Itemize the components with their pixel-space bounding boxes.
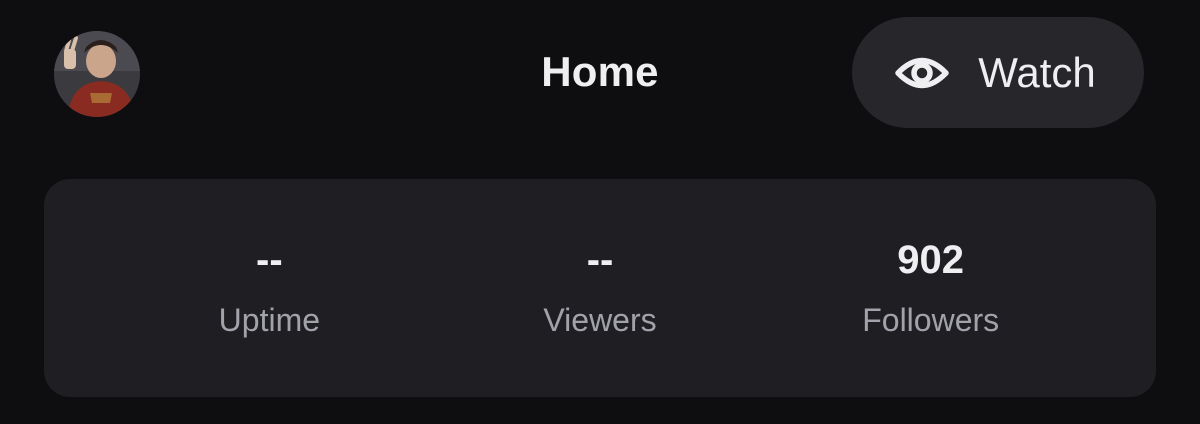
app-screen: Home Watch -- Uptime -- Viewers 902 Foll…	[0, 0, 1200, 424]
header-bar: Home Watch	[0, 0, 1200, 150]
stat-viewers: -- Viewers	[435, 179, 766, 397]
stat-value: 902	[897, 237, 965, 282]
stat-value: --	[586, 237, 614, 282]
avatar-image	[54, 31, 140, 117]
stat-label: Followers	[862, 301, 1000, 338]
watch-button-label: Watch	[978, 48, 1096, 96]
stat-label: Viewers	[543, 301, 657, 338]
watch-button[interactable]: Watch	[852, 17, 1144, 128]
avatar[interactable]	[54, 31, 140, 117]
stat-value: --	[256, 237, 283, 282]
stat-label: Uptime	[218, 301, 321, 338]
stat-followers: 902 Followers	[765, 179, 1096, 397]
stats-card: -- Uptime -- Viewers 902 Followers	[44, 179, 1156, 397]
stat-uptime: -- Uptime	[104, 179, 435, 397]
eye-icon	[894, 52, 950, 94]
